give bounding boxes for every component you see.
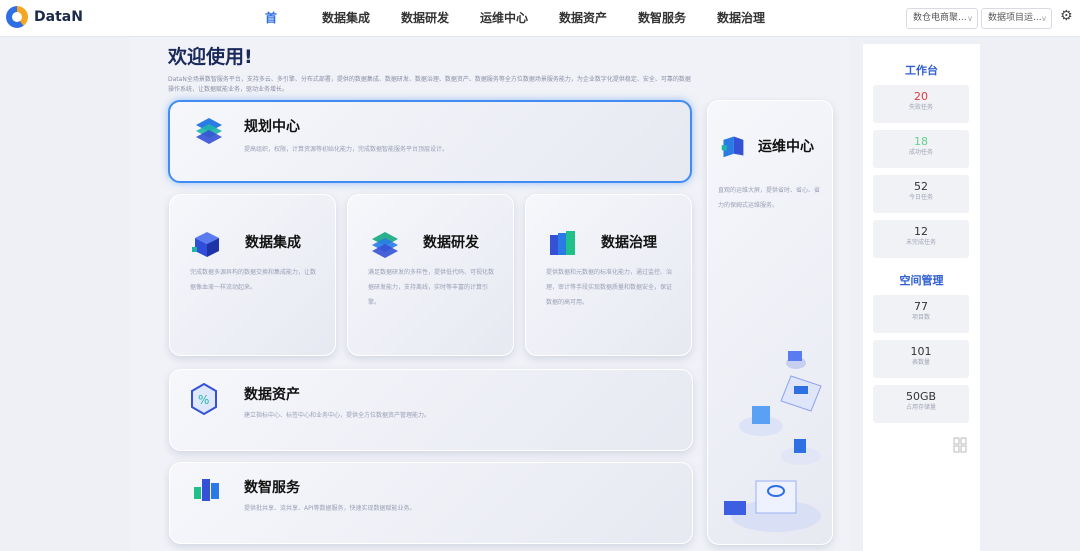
stat-value: 20 bbox=[914, 90, 928, 103]
stat-label: 项目数 bbox=[911, 314, 930, 321]
stat-label: 占用存储量 bbox=[905, 404, 936, 411]
stat-label: 今日任务 bbox=[908, 194, 933, 201]
page-title: 欢迎使用! bbox=[168, 46, 253, 68]
card-desc: 提供数据和元数据的标准化能力，通过监控、治理，审计等手段实现数据质量和数据安全，… bbox=[546, 269, 673, 306]
warehouse-select[interactable]: 数仓电商聚... ∨ bbox=[906, 8, 978, 29]
nav-item-integration[interactable]: 数据集成 bbox=[322, 0, 370, 37]
card-data-assets[interactable]: % 数据资产 建立指标中心、标签中心和业务中心，提供全方位数据资产管理能力。 bbox=[169, 369, 693, 451]
stat-label: 表数量 bbox=[911, 359, 930, 366]
card-desc: 直观的运维大屏，提供省时、省心、省力的保姆式运维服务。 bbox=[718, 187, 821, 209]
stat-label: 失败任务 bbox=[908, 104, 933, 111]
gear-icon[interactable]: ⚙ bbox=[1060, 9, 1074, 23]
ops-illustration-icon bbox=[724, 351, 822, 532]
nav-item-develop[interactable]: 数据研发 bbox=[401, 0, 449, 37]
project-select-value: 数据项目运... bbox=[988, 13, 1042, 23]
top-navbar: DataN 首页 数据集成 数据研发 运维中心 数据资产 数智服务 数据治理 数… bbox=[0, 0, 1080, 62]
card-ops-center[interactable]: 运维中心 直观的运维大屏，提供省时、省心、省力的保姆式运维服务。 bbox=[707, 100, 833, 545]
layers-icon bbox=[372, 232, 398, 258]
stat-project-count[interactable]: 77 项目数 bbox=[873, 295, 969, 333]
stacked-panels-icon bbox=[550, 231, 575, 255]
stat-table-count[interactable]: 101 表数量 bbox=[873, 340, 969, 378]
percent-badge-icon: % bbox=[191, 382, 217, 416]
card-desc: 满足数据研发的多样性，提供低代码、可视化数据研发能力，支持离线，实时等丰富的计算… bbox=[368, 269, 495, 306]
stat-value: 101 bbox=[910, 345, 932, 358]
workbench-panel: 工作台 20 失败任务 18 成功任务 52 今日任务 12 未完成任务 空间管… bbox=[863, 44, 980, 551]
blocks-icon bbox=[194, 479, 219, 501]
stat-value: 52 bbox=[914, 180, 928, 193]
card-data-governance[interactable]: 数据治理 提供数据和元数据的标准化能力，通过监控、治理，审计等手段实现数据质量和… bbox=[525, 194, 692, 356]
stat-value: 12 bbox=[914, 225, 928, 238]
card-title: 运维中心 bbox=[758, 139, 814, 155]
card-data-develop[interactable]: 数据研发 满足数据研发的多样性，提供低代码、可视化数据研发能力，支持离线，实时等… bbox=[347, 194, 514, 356]
workbench-title: 工作台 bbox=[905, 64, 938, 77]
chevron-down-icon: ∨ bbox=[1041, 14, 1047, 23]
card-title: 数据资产 bbox=[244, 387, 300, 403]
stat-unfinished-tasks[interactable]: 12 未完成任务 bbox=[873, 220, 969, 258]
datan-logo-icon bbox=[6, 6, 28, 28]
chevron-down-icon: ∨ bbox=[967, 14, 973, 23]
stat-label: 未完成任务 bbox=[905, 239, 936, 246]
card-title: 规划中心 bbox=[244, 119, 300, 135]
card-title: 数据治理 bbox=[601, 235, 657, 251]
ops-cube-icon bbox=[721, 136, 744, 158]
platform-description: DataN全场景数智服务平台，支持多云、多引擎、分布式部署，提供的数据集成、数据… bbox=[168, 76, 691, 93]
card-desc: 提高组织，权限，计算资源等初始化能力，完成数据智能服务平台顶层设计。 bbox=[244, 146, 449, 153]
project-select[interactable]: 数据项目运... ∨ bbox=[981, 8, 1052, 29]
card-title: 数智服务 bbox=[244, 480, 300, 496]
card-desc: 完成数据多源异构的数据交换和集成能力，让数据像血液一样流动起来。 bbox=[190, 269, 317, 291]
nav-item-governance[interactable]: 数据治理 bbox=[717, 0, 765, 37]
stat-storage-used[interactable]: 50GB 占用存储量 bbox=[873, 385, 969, 423]
svg-text:%: % bbox=[198, 393, 209, 407]
card-title: 数据研发 bbox=[423, 235, 479, 251]
logo-text: DataN bbox=[34, 9, 83, 25]
logo[interactable]: DataN bbox=[6, 6, 83, 28]
stat-label: 成功任务 bbox=[908, 149, 933, 156]
cube-icon bbox=[192, 232, 219, 257]
card-data-service[interactable]: 数智服务 提供批共享、流共享、API等数据服务，快速实现数据赋能业务。 bbox=[169, 462, 693, 544]
card-desc: 提供批共享、流共享、API等数据服务，快速实现数据赋能业务。 bbox=[244, 505, 416, 512]
nav-item-assets[interactable]: 数据资产 bbox=[559, 0, 607, 37]
nav-item-ops[interactable]: 运维中心 bbox=[480, 0, 528, 37]
stat-value: 77 bbox=[914, 300, 928, 313]
stat-success-tasks[interactable]: 18 成功任务 bbox=[873, 130, 969, 168]
stat-today-tasks[interactable]: 52 今日任务 bbox=[873, 175, 969, 213]
layers-icon bbox=[196, 118, 222, 144]
card-plan-center[interactable]: 规划中心 提高组织，权限，计算资源等初始化能力，完成数据智能服务平台顶层设计。 bbox=[168, 100, 692, 183]
stat-value: 18 bbox=[914, 135, 928, 148]
warehouse-select-value: 数仓电商聚... bbox=[913, 13, 967, 23]
card-desc: 建立指标中心、标签中心和业务中心，提供全方位数据资产管理能力。 bbox=[244, 412, 431, 419]
space-management-title: 空间管理 bbox=[899, 274, 944, 287]
stat-failed-tasks[interactable]: 20 失败任务 bbox=[873, 85, 969, 123]
stat-value: 50GB bbox=[905, 390, 937, 403]
card-title: 数据集成 bbox=[245, 235, 301, 251]
nav-item-home[interactable]: 首页 bbox=[265, 0, 277, 62]
app-grid-icon[interactable] bbox=[953, 437, 967, 453]
nav-item-service[interactable]: 数智服务 bbox=[638, 0, 686, 37]
card-data-integration[interactable]: 数据集成 完成数据多源异构的数据交换和集成能力，让数据像血液一样流动起来。 bbox=[169, 194, 336, 356]
